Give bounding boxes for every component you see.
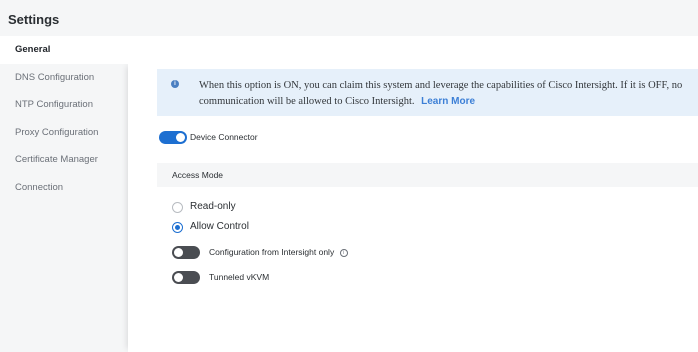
device-connector-label: Device Connector (190, 132, 258, 142)
read-only-label[interactable]: Read-only (190, 201, 236, 212)
configuration-from-intersight-label: Configuration from Intersight only (209, 247, 335, 257)
info-banner: i When this option is ON, you can claim … (157, 69, 698, 116)
sidebar-item-connection[interactable]: Connection (0, 174, 128, 202)
settings-sidebar: General DNS Configuration NTP Configurat… (0, 36, 698, 352)
device-connector-toggle[interactable] (159, 131, 187, 144)
allow-control-radio[interactable] (172, 222, 183, 233)
sidebar-item-proxy-configuration[interactable]: Proxy Configuration (0, 119, 128, 147)
toggle-knob (174, 248, 183, 257)
tunneled-vkvm-label: Tunneled vKVM (209, 272, 270, 282)
toggle-knob (174, 273, 183, 282)
sidebar-item-general[interactable]: General (0, 36, 698, 64)
allow-control-label[interactable]: Allow Control (190, 221, 249, 232)
info-icon: i (171, 80, 179, 88)
sidebar-item-ntp-configuration[interactable]: NTP Configuration (0, 91, 128, 119)
toggle-knob (176, 133, 185, 142)
info-banner-text-block: When this option is ON, you can claim th… (199, 78, 694, 110)
tunneled-vkvm-toggle[interactable] (172, 271, 200, 284)
configuration-from-intersight-toggle[interactable] (172, 246, 200, 259)
page-title: Settings (8, 12, 60, 27)
general-settings-panel: i When this option is ON, you can claim … (128, 63, 698, 352)
access-mode-heading: Access Mode (172, 170, 224, 180)
sidebar-item-certificate-manager[interactable]: Certificate Manager (0, 146, 128, 174)
access-mode-header: Access Mode (157, 163, 698, 187)
configuration-from-intersight-label-group: Configuration from Intersight only i (209, 247, 348, 257)
sidebar-item-dns-configuration[interactable]: DNS Configuration (0, 64, 128, 92)
help-icon[interactable]: i (339, 248, 348, 257)
read-only-radio[interactable] (172, 202, 183, 213)
learn-more-link[interactable]: Learn More (421, 96, 475, 107)
